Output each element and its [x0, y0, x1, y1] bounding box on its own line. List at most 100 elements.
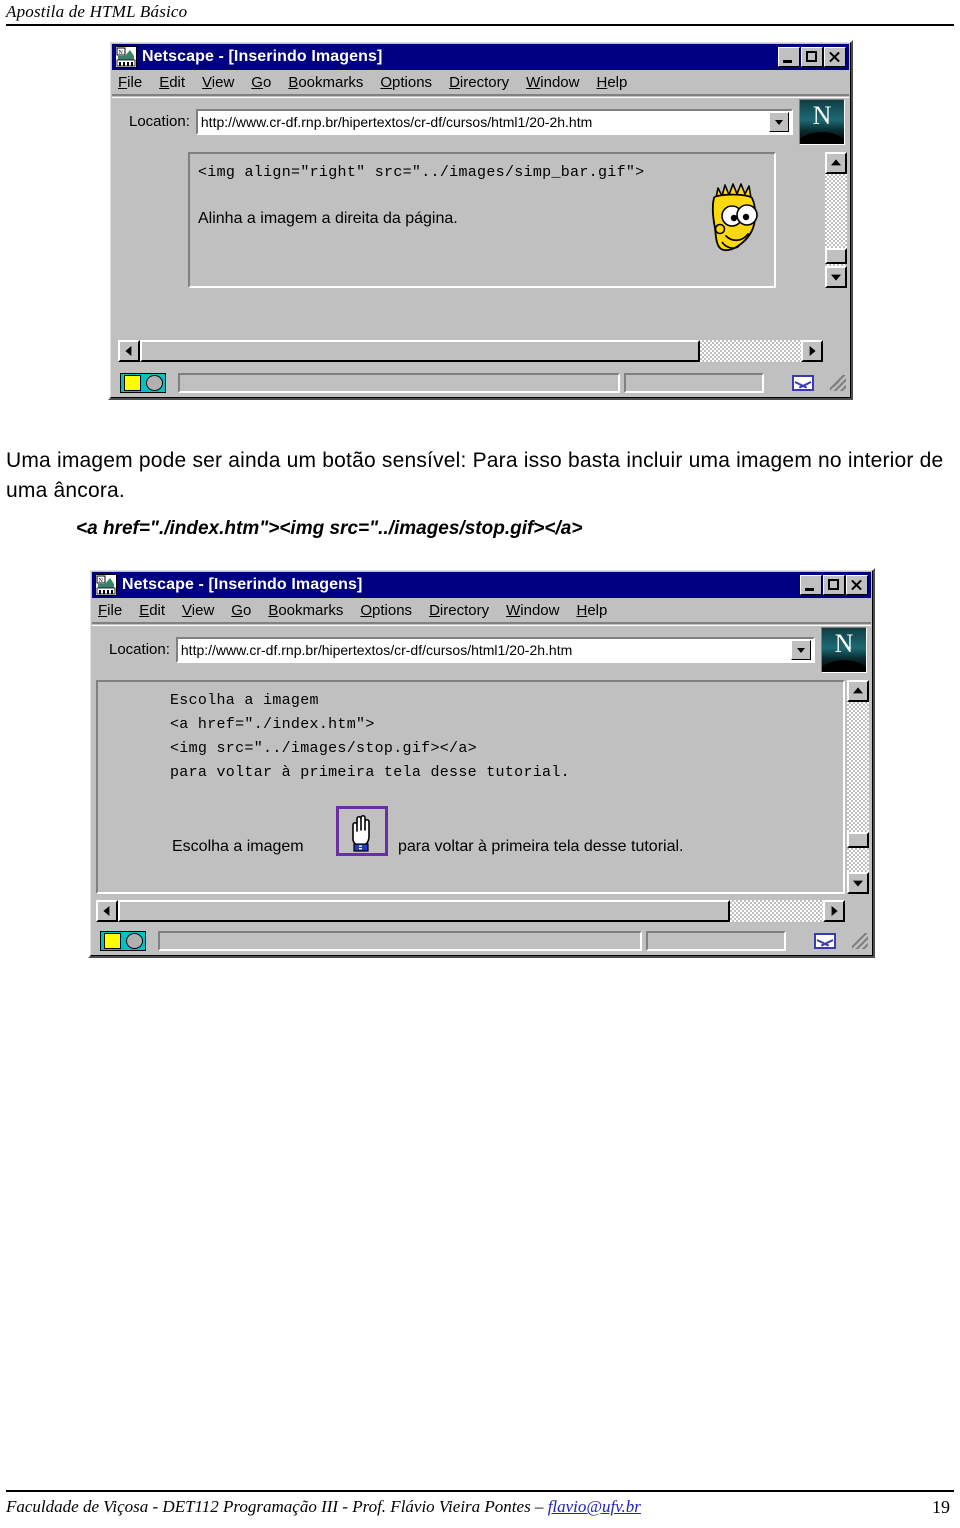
code-text-line-1: Escolha a imagem [170, 692, 319, 709]
netscape-lighthouse-icon: N [115, 46, 137, 68]
scroll-down-arrow-icon[interactable] [825, 266, 847, 288]
window-controls[interactable] [800, 575, 868, 595]
status-bar-1 [112, 370, 849, 396]
netscape-logo-horizon [822, 659, 866, 672]
window-title: Netscape - [Inserindo Imagens] [142, 48, 383, 65]
location-label: Location: [129, 113, 190, 130]
footer-text: Faculdade de Viçosa - DET112 Programação… [6, 1497, 641, 1517]
location-input[interactable]: http://www.cr-df.rnp.br/hipertextos/cr-d… [195, 108, 793, 135]
content-region: Escolha a imagem <a href="./index.htm"> … [92, 674, 871, 926]
menu-item-window[interactable]: Window [506, 602, 559, 619]
menu-bar[interactable]: File Edit View Go Bookmarks Options Dire… [92, 598, 871, 624]
window-title: Netscape - [Inserindo Imagens] [122, 576, 363, 593]
menu-item-directory[interactable]: Directory [429, 602, 489, 619]
horizontal-scroll-thumb[interactable] [118, 900, 730, 922]
title-bar[interactable]: N Netscape - [Inserindo Imagens] [112, 44, 849, 70]
location-bar[interactable]: Location: http://www.cr-df.rnp.br/hipert… [92, 625, 871, 673]
scroll-down-arrow-icon[interactable] [847, 872, 869, 894]
mail-envelope-icon[interactable] [814, 933, 836, 949]
resize-grip[interactable] [852, 933, 868, 949]
menu-item-edit[interactable]: Edit [139, 602, 165, 619]
menu-item-bookmarks[interactable]: Bookmarks [288, 74, 363, 91]
menu-item-view[interactable]: View [202, 74, 234, 91]
status-bar-2 [92, 928, 871, 954]
paragraph-line-2: uma âncora. [6, 479, 125, 502]
location-input[interactable]: http://www.cr-df.rnp.br/hipertextos/cr-d… [175, 636, 815, 663]
netscape-window-1[interactable]: N Netscape - [Inserindo Imagens] File Ed… [108, 40, 853, 400]
title-bar[interactable]: N Netscape - [Inserindo Imagens] [92, 572, 871, 598]
status-message-panel [178, 373, 620, 393]
page-header: Apostila de HTML Básico [0, 0, 960, 30]
code-snippet-example: <a href="./index.htm"><img src="../image… [76, 518, 583, 539]
body-paragraph: Uma imagem pode ser ainda um botão sensí… [6, 446, 956, 506]
broken-key-icon [103, 933, 121, 949]
rendered-text-after: para voltar à primeira tela desse tutori… [398, 838, 684, 855]
horizontal-scrollbar-2[interactable] [96, 900, 845, 922]
close-button[interactable] [824, 47, 846, 67]
close-button[interactable] [846, 575, 868, 595]
vertical-scroll-thumb[interactable] [825, 248, 847, 264]
menu-item-help[interactable]: Help [576, 602, 607, 619]
location-label: Location: [109, 641, 170, 658]
location-dropdown-chevron-down-icon[interactable] [769, 111, 789, 132]
scroll-right-arrow-icon[interactable] [801, 340, 823, 362]
netscape-lighthouse-icon: N [95, 574, 117, 596]
menu-item-file[interactable]: File [118, 74, 142, 91]
location-url-text: http://www.cr-df.rnp.br/hipertextos/cr-d… [200, 113, 593, 130]
globe-icon [145, 375, 163, 391]
netscape-logo-horizon [800, 131, 844, 144]
menu-item-directory[interactable]: Directory [449, 74, 509, 91]
horizontal-scrollbar-1[interactable] [118, 340, 823, 362]
scroll-up-arrow-icon[interactable] [825, 152, 847, 174]
location-bar[interactable]: Location: http://www.cr-df.rnp.br/hipert… [112, 97, 849, 145]
location-dropdown-chevron-down-icon[interactable] [791, 639, 811, 660]
resize-grip[interactable] [830, 375, 846, 391]
svg-text:N: N [99, 578, 104, 584]
svg-text:N: N [119, 50, 124, 56]
minimize-button[interactable] [800, 575, 822, 595]
vertical-scroll-thumb[interactable] [847, 832, 869, 848]
vertical-scrollbar-1[interactable] [825, 152, 847, 288]
menu-item-options[interactable]: Options [360, 602, 412, 619]
status-progress-panel [624, 373, 764, 393]
broken-key-icon [123, 375, 141, 391]
scroll-left-arrow-icon[interactable] [96, 900, 118, 922]
menu-item-go[interactable]: Go [251, 74, 271, 91]
netscape-logo[interactable]: N [799, 98, 845, 145]
menu-bar[interactable]: File Edit View Go Bookmarks Options Dire… [112, 70, 849, 96]
page-number: 19 [932, 1497, 950, 1517]
minimize-button[interactable] [778, 47, 800, 67]
scroll-left-arrow-icon[interactable] [118, 340, 140, 362]
mail-envelope-icon[interactable] [792, 375, 814, 391]
menu-item-go[interactable]: Go [231, 602, 251, 619]
menu-item-edit[interactable]: Edit [159, 74, 185, 91]
menu-item-window[interactable]: Window [526, 74, 579, 91]
scroll-right-arrow-icon[interactable] [823, 900, 845, 922]
netscape-logo-letter: N [812, 100, 832, 130]
rendered-text-before: Escolha a imagem [172, 838, 304, 855]
netscape-window-2[interactable]: N Netscape - [Inserindo Imagens] File Ed… [88, 568, 875, 958]
document-canvas-1: <img align="right" src="../images/simp_b… [188, 152, 776, 288]
menu-item-bookmarks[interactable]: Bookmarks [268, 602, 343, 619]
maximize-button[interactable] [823, 575, 845, 595]
menu-item-options[interactable]: Options [380, 74, 432, 91]
page-header-rule [6, 24, 954, 26]
security-indicator-icons[interactable] [120, 373, 166, 393]
code-text-line-2: <a href="./index.htm"> [170, 716, 375, 733]
bart-simpson-image [696, 176, 768, 262]
menu-item-view[interactable]: View [182, 602, 214, 619]
window-controls[interactable] [778, 47, 846, 67]
status-progress-panel [646, 931, 786, 951]
vertical-scrollbar-2[interactable] [847, 680, 869, 894]
horizontal-scroll-thumb[interactable] [140, 340, 700, 362]
hand-cursor-image[interactable] [336, 806, 388, 856]
security-indicator-icons[interactable] [100, 931, 146, 951]
netscape-logo[interactable]: N [821, 626, 867, 673]
scroll-up-arrow-icon[interactable] [847, 680, 869, 702]
menu-item-file[interactable]: File [98, 602, 122, 619]
location-url-text: http://www.cr-df.rnp.br/hipertextos/cr-d… [180, 641, 573, 658]
footer-email-link[interactable]: flavio@ufv.br [548, 1497, 641, 1516]
menu-item-help[interactable]: Help [596, 74, 627, 91]
code-text-line: <img align="right" src="../images/simp_b… [198, 164, 645, 181]
maximize-button[interactable] [801, 47, 823, 67]
